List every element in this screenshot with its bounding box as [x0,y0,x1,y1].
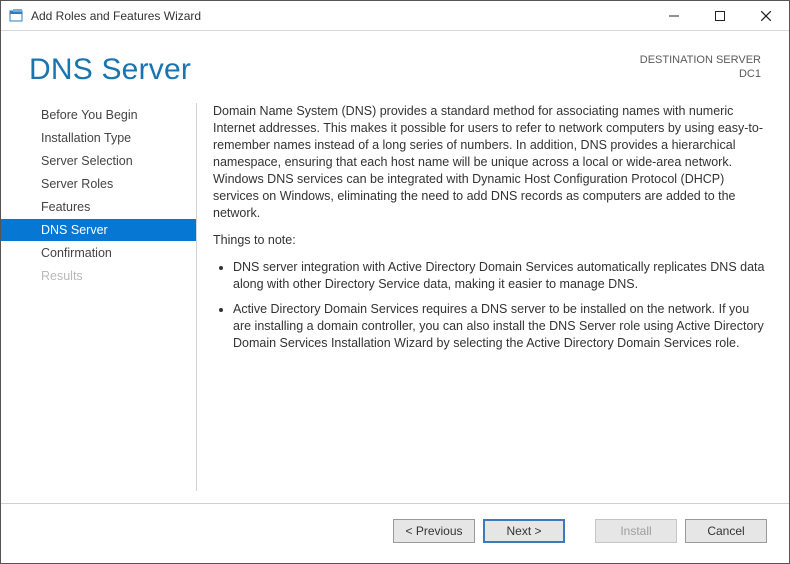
next-button[interactable]: Next > [483,519,565,543]
app-icon [9,8,25,24]
wizard-header: DNS Server DESTINATION SERVER DC1 [1,31,789,93]
previous-button[interactable]: < Previous [393,519,475,543]
wizard-body: Before You Begin Installation Type Serve… [1,93,789,503]
nav-results: Results [1,265,196,287]
title-bar: Add Roles and Features Wizard [1,1,789,31]
things-to-note-label: Things to note: [213,232,769,249]
maximize-button[interactable] [697,1,743,31]
wizard-content: Domain Name System (DNS) provides a stan… [197,93,789,503]
minimize-button[interactable] [651,1,697,31]
nav-features[interactable]: Features [1,196,196,218]
destination-server-name: DC1 [640,67,761,81]
nav-confirmation[interactable]: Confirmation [1,242,196,264]
note-item: Active Directory Domain Services require… [233,301,769,352]
wizard-footer: < Previous Next > Install Cancel [1,503,789,557]
nav-installation-type[interactable]: Installation Type [1,127,196,149]
note-item: DNS server integration with Active Direc… [233,259,769,293]
page-title: DNS Server [29,53,191,87]
window-title: Add Roles and Features Wizard [31,9,201,23]
nav-server-selection[interactable]: Server Selection [1,150,196,172]
cancel-button[interactable]: Cancel [685,519,767,543]
close-button[interactable] [743,1,789,31]
install-button: Install [595,519,677,543]
notes-list: DNS server integration with Active Direc… [221,259,769,352]
destination-server-label: DESTINATION SERVER [640,53,761,67]
destination-server-block: DESTINATION SERVER DC1 [640,53,761,81]
nav-dns-server[interactable]: DNS Server [1,219,196,241]
intro-text: Domain Name System (DNS) provides a stan… [213,103,769,222]
wizard-nav: Before You Begin Installation Type Serve… [1,93,196,503]
nav-server-roles[interactable]: Server Roles [1,173,196,195]
nav-before-you-begin[interactable]: Before You Begin [1,104,196,126]
